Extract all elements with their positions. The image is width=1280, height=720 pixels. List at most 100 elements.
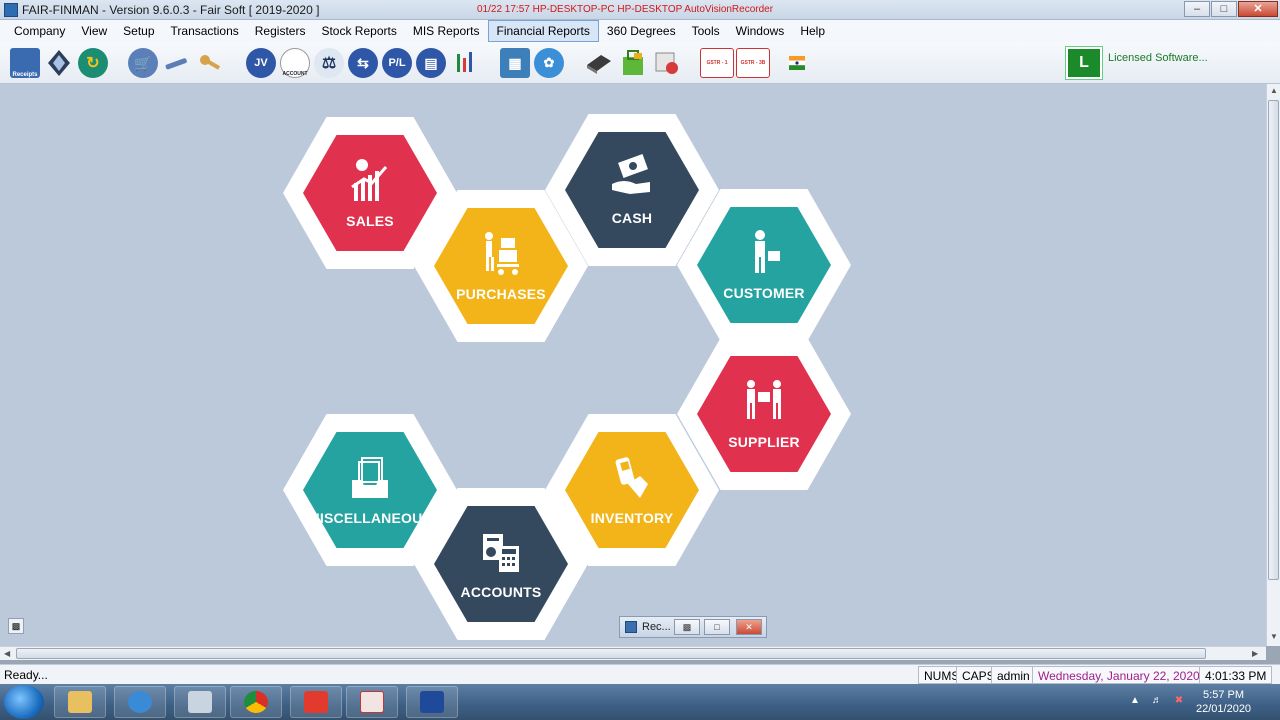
key-icon[interactable] — [196, 48, 226, 78]
app-icon — [4, 3, 18, 17]
status-time: 4:01:33 PM — [1199, 666, 1273, 684]
menu-tools[interactable]: Tools — [684, 20, 728, 42]
account-icon[interactable]: ACCOUNT — [280, 48, 310, 78]
menu-financial-reports[interactable]: Financial Reports — [487, 20, 599, 42]
india-flag-icon[interactable] — [782, 48, 812, 78]
calculator-icon[interactable]: ▦ — [500, 48, 530, 78]
network-icon[interactable]: ✖ — [1172, 695, 1186, 709]
vertical-scroll-thumb[interactable] — [1268, 100, 1279, 580]
vertical-scrollbar[interactable]: ▲ ▼ — [1266, 84, 1280, 646]
calculator-icon[interactable] — [174, 686, 226, 718]
close-button[interactable]: ✕ — [1238, 1, 1278, 17]
shopping-bag-icon[interactable] — [618, 48, 648, 78]
window-title: FAIR-FINMAN - Version 9.6.0.3 - Fair Sof… — [22, 3, 320, 17]
balance-scale-icon[interactable]: ⚖ — [314, 48, 344, 78]
internet-explorer-icon[interactable] — [114, 686, 166, 718]
handover-icon — [747, 380, 781, 419]
hex-accounts-label: ACCOUNTS — [460, 584, 542, 600]
recorder-icon[interactable] — [406, 686, 458, 718]
cart-icon[interactable]: 🛒 — [128, 48, 158, 78]
hex-inventory-label: INVENTORY — [590, 510, 674, 526]
pl-label: P/L — [388, 57, 406, 69]
minimize-button[interactable]: – — [1184, 1, 1210, 17]
horizontal-scroll-thumb[interactable] — [16, 648, 1206, 659]
pl-icon[interactable]: P/L — [382, 48, 412, 78]
maximize-button[interactable]: □ — [1211, 1, 1237, 17]
anydesk-icon[interactable] — [290, 686, 342, 718]
start-button[interactable] — [4, 685, 44, 719]
tray-expand-icon[interactable]: ▲ — [1128, 695, 1142, 709]
scroll-up-icon[interactable]: ▲ — [1270, 86, 1278, 95]
maximize-button[interactable]: □ — [704, 619, 730, 635]
horizontal-scrollbar[interactable]: ◀ ▶ — [0, 646, 1266, 660]
diamond-icon[interactable] — [44, 48, 74, 78]
chart-icon[interactable] — [450, 48, 480, 78]
scroll-down-icon[interactable]: ▼ — [1270, 632, 1278, 641]
transfer-icon[interactable]: ⇆ — [348, 48, 378, 78]
menu-windows[interactable]: Windows — [728, 20, 793, 42]
hex-cash-label: CASH — [611, 210, 653, 226]
hex-customer-label: CUSTOMER — [723, 285, 805, 301]
gstr3b-icon[interactable]: GSTR - 3B — [736, 48, 770, 78]
recorder-overlay: 01/22 17:57 HP-DESKTOP-PC HP-DESKTOP Aut… — [477, 4, 774, 15]
mdi-restore-icon[interactable]: ▩ — [8, 618, 24, 634]
receipts-icon[interactable]: Receipts — [10, 48, 40, 78]
jv-icon[interactable]: JV — [246, 48, 276, 78]
cart-person-icon — [485, 232, 519, 275]
menu-stock-reports[interactable]: Stock Reports — [313, 20, 404, 42]
volume-icon[interactable]: ♬ — [1150, 695, 1164, 709]
restore-button[interactable]: ▩ — [674, 619, 700, 635]
menu-transactions[interactable]: Transactions — [163, 20, 247, 42]
receipts-label: Receipts — [12, 72, 38, 78]
current-user: admin — [991, 666, 1036, 684]
scroll-left-icon[interactable]: ◀ — [4, 649, 10, 658]
status-message: Ready... — [4, 668, 48, 682]
files-tray-icon — [352, 457, 388, 498]
tools-icon[interactable] — [162, 48, 192, 78]
group-icon[interactable]: ✿ — [534, 48, 564, 78]
jv-label: JV — [254, 57, 268, 69]
document-icon[interactable]: ▤ — [416, 48, 446, 78]
clock-date: 22/01/2020 — [1196, 703, 1252, 715]
scanner-icon — [615, 457, 648, 498]
book-icon[interactable] — [584, 48, 614, 78]
close-button[interactable]: ✕ — [736, 619, 762, 635]
calendar-icon[interactable] — [652, 48, 682, 78]
accounts-calculator-icon — [483, 534, 519, 572]
status-bar: Ready... NUMS CAPS admin Wednesday, Janu… — [0, 664, 1280, 684]
menu-setup[interactable]: Setup — [115, 20, 162, 42]
scroll-right-icon[interactable]: ▶ — [1252, 649, 1258, 658]
clock-time: 5:57 PM — [1203, 689, 1245, 701]
gstr3b-label: GSTR - 3B — [740, 60, 766, 66]
minimized-window-title: Rec... — [642, 621, 671, 633]
menu-help[interactable]: Help — [792, 20, 833, 42]
menu-bar: Company View Setup Transactions Register… — [0, 20, 1280, 42]
hex-customer[interactable]: CUSTOMER — [677, 189, 851, 341]
taskbar: ▲ ♬ ✖ 5:57 PM 22/01/2020 — [0, 684, 1280, 720]
menu-registers[interactable]: Registers — [247, 20, 314, 42]
taskbar-clock[interactable]: 5:57 PM 22/01/2020 — [1196, 688, 1251, 716]
menu-360-degrees[interactable]: 360 Degrees — [599, 20, 684, 42]
license-badge[interactable]: L — [1065, 46, 1103, 80]
window-icon — [625, 621, 637, 633]
menu-view[interactable]: View — [73, 20, 115, 42]
toolbar: Receipts ↻ 🛒 JV ACCOUNT ⚖ ⇆ P/L ▤ ▦ ✿ GS… — [0, 42, 1280, 84]
account-label: ACCOUNT — [282, 71, 308, 77]
finman-icon[interactable] — [346, 686, 398, 718]
hex-accounts[interactable]: ACCOUNTS — [414, 488, 588, 640]
minimized-window[interactable]: Rec... ▩ □ ✕ — [619, 616, 767, 638]
hex-sales-label: SALES — [346, 213, 394, 229]
menu-mis-reports[interactable]: MIS Reports — [405, 20, 488, 42]
gstr1-icon[interactable]: GSTR - 1 — [700, 48, 734, 78]
license-status-text: Licensed Software... — [1108, 52, 1208, 64]
chrome-icon[interactable] — [230, 686, 282, 718]
gstr1-label: GSTR - 1 — [706, 60, 728, 66]
hex-supplier-label: SUPPLIER — [728, 434, 800, 450]
cash-hand-icon — [612, 154, 650, 194]
customer-basket-icon — [755, 230, 780, 273]
sales-growth-icon — [351, 159, 388, 201]
refresh-icon[interactable]: ↻ — [78, 48, 108, 78]
explorer-icon[interactable] — [54, 686, 106, 718]
menu-company[interactable]: Company — [6, 20, 73, 42]
status-date: Wednesday, January 22, 2020 — [1032, 666, 1206, 684]
